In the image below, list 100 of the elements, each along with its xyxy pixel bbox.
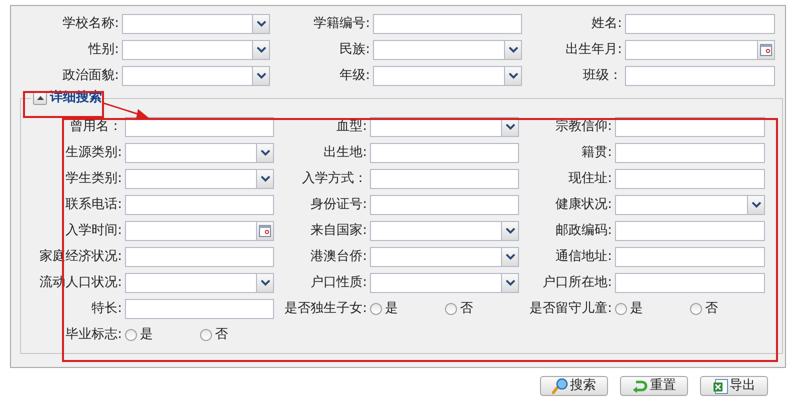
radio-button[interactable] [370, 303, 382, 315]
text-field[interactable] [125, 117, 274, 137]
dropdown-field[interactable] [122, 40, 270, 60]
chevron-down-icon [256, 21, 266, 27]
spreadsheet-icon [712, 378, 728, 394]
field-label: 联系电话: [66, 196, 122, 214]
dropdown-field[interactable] [125, 143, 274, 163]
field-label: 民族: [340, 41, 370, 60]
text-field[interactable] [373, 14, 522, 34]
calendar-button[interactable] [256, 222, 273, 240]
text-field[interactable] [370, 143, 519, 163]
dropdown-trigger[interactable] [256, 274, 273, 292]
field-label: 生源类别: [66, 144, 122, 162]
text-field[interactable] [615, 247, 765, 267]
radio-label: 否 [460, 300, 473, 318]
field-label: 邮政编码: [556, 222, 612, 240]
dropdown-trigger[interactable] [501, 222, 518, 240]
dropdown-field[interactable] [370, 247, 519, 267]
dropdown-field[interactable] [370, 273, 519, 293]
triangle-up-icon [36, 96, 44, 100]
date-field[interactable] [125, 221, 274, 241]
text-field[interactable] [615, 117, 765, 137]
radio-button[interactable] [615, 303, 627, 315]
return-arrow-icon [632, 379, 648, 393]
radio-label: 否 [215, 326, 228, 344]
radio-button[interactable] [125, 329, 137, 341]
date-field[interactable] [625, 40, 775, 60]
dropdown-trigger[interactable] [256, 144, 273, 162]
text-field[interactable] [615, 169, 765, 189]
radio-button[interactable] [690, 303, 702, 315]
radio-label: 是 [630, 300, 643, 318]
radio-label: 是 [385, 300, 398, 318]
field-label: 入学方式： [302, 170, 367, 188]
text-field[interactable] [125, 195, 274, 215]
dropdown-trigger[interactable] [252, 15, 269, 33]
field-label: 政治面貌: [62, 67, 119, 86]
chevron-down-icon [256, 47, 266, 53]
chevron-down-icon [506, 124, 514, 130]
annotation-arrow [103, 101, 150, 120]
text-field[interactable] [625, 66, 775, 86]
chevron-down-icon [752, 202, 760, 208]
dropdown-trigger[interactable] [747, 196, 764, 214]
dropdown-field[interactable] [125, 169, 274, 189]
field-label: 姓名: [592, 15, 622, 34]
text-field[interactable] [370, 195, 519, 215]
dropdown-field[interactable] [373, 66, 522, 86]
field-label: 出生地: [324, 144, 367, 162]
dropdown-trigger[interactable] [252, 67, 269, 85]
field-label: 户口所在地: [542, 274, 612, 292]
chevron-down-icon [506, 228, 514, 234]
field-label: 入学时间: [66, 222, 122, 240]
field-label: 籍贯: [582, 144, 612, 162]
dropdown-trigger[interactable] [501, 274, 518, 292]
field-label: 曾用名： [70, 118, 122, 136]
chevron-down-icon [508, 73, 518, 79]
calendar-button[interactable] [757, 41, 774, 59]
field-label: 是否留守儿童: [530, 300, 612, 318]
field-label: 毕业标志: [66, 326, 122, 344]
field-label: 港澳台侨: [310, 248, 367, 266]
radio-button[interactable] [445, 303, 457, 315]
field-label: 学生类别: [66, 170, 122, 188]
dropdown-field[interactable] [122, 14, 270, 34]
field-label: 来自国家: [310, 222, 367, 240]
dropdown-field[interactable] [125, 273, 274, 293]
field-label: 户口性质: [310, 274, 367, 292]
dropdown-field[interactable] [370, 117, 519, 137]
dropdown-trigger[interactable] [504, 67, 521, 85]
field-label: 是否独生子女: [284, 300, 367, 318]
text-field[interactable] [615, 143, 765, 163]
dropdown-field[interactable] [615, 195, 765, 215]
dropdown-trigger[interactable] [501, 248, 518, 266]
field-label: 通信地址: [556, 248, 612, 266]
dropdown-trigger[interactable] [256, 170, 273, 188]
dropdown-field[interactable] [370, 221, 519, 241]
calendar-icon [259, 225, 271, 237]
text-field[interactable] [615, 273, 765, 293]
radio-label: 否 [705, 300, 718, 318]
dropdown-trigger[interactable] [252, 41, 269, 59]
chevron-down-icon [260, 150, 270, 156]
field-label: 宗教信仰: [556, 118, 612, 136]
text-field[interactable] [125, 247, 274, 267]
text-field[interactable] [625, 14, 775, 34]
field-label: 学籍编号: [314, 15, 370, 34]
field-label: 身份证号: [310, 196, 367, 214]
dropdown-trigger[interactable] [504, 41, 521, 59]
text-field[interactable] [370, 169, 519, 189]
text-field[interactable] [615, 221, 765, 241]
radio-label: 是 [140, 326, 153, 344]
field-label: 班级： [583, 67, 622, 86]
field-label: 学校名称: [62, 15, 119, 34]
text-field[interactable] [125, 299, 274, 319]
field-label: 健康状况: [556, 196, 612, 214]
chevron-down-icon [256, 73, 266, 79]
field-label: 性别: [88, 41, 119, 60]
dropdown-field[interactable] [373, 40, 522, 60]
reset-button[interactable]: 重置 [620, 376, 688, 396]
dropdown-field[interactable] [122, 66, 270, 86]
export-button[interactable]: 导出 [700, 376, 768, 396]
radio-button[interactable] [200, 329, 212, 341]
search-button[interactable]: 搜索 [540, 376, 608, 396]
